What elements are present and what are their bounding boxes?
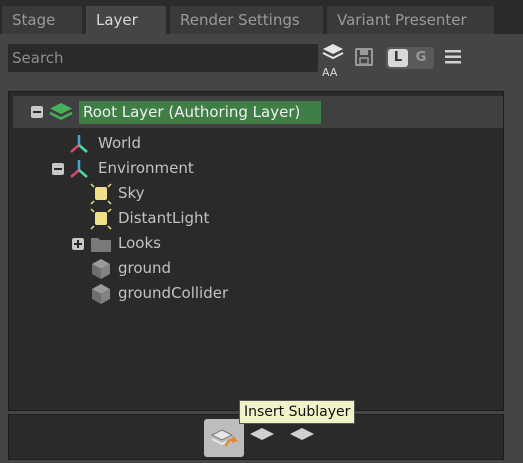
tree-row-ground[interactable]: ground bbox=[89, 256, 389, 281]
tree-item-label: Looks bbox=[118, 234, 161, 252]
tab-bar: Stage Layer Render Settings Variant Pres… bbox=[0, 0, 523, 34]
toggle-global[interactable]: G bbox=[411, 49, 431, 67]
xform-axis-icon bbox=[70, 135, 88, 153]
local-global-toggle[interactable]: L G bbox=[386, 47, 434, 69]
tree-item-label: Sky bbox=[118, 184, 145, 202]
hamburger-menu-icon[interactable] bbox=[444, 49, 462, 65]
layer-panel: Search AA L G Root Layer (Authoring Laye… bbox=[0, 34, 523, 463]
tree-row-sky[interactable]: Sky bbox=[89, 181, 389, 206]
new-layer-icon[interactable] bbox=[249, 427, 275, 445]
light-bulb-icon bbox=[90, 183, 112, 205]
expand-toggle[interactable] bbox=[72, 238, 84, 250]
tab-render-settings[interactable]: Render Settings bbox=[170, 6, 323, 34]
mesh-cube-icon bbox=[92, 284, 110, 304]
tree-row-looks[interactable]: Looks bbox=[69, 231, 369, 256]
search-input[interactable]: Search bbox=[8, 44, 318, 72]
stack-caption: AA bbox=[322, 66, 338, 79]
tab-layer[interactable]: Layer bbox=[86, 6, 166, 34]
tooltip: Insert Sublayer bbox=[239, 400, 356, 424]
save-icon[interactable] bbox=[354, 47, 374, 67]
tree-item-label: groundCollider bbox=[118, 284, 229, 302]
toggle-local[interactable]: L bbox=[388, 49, 408, 67]
light-bulb-icon bbox=[90, 208, 112, 230]
tree-row-distantlight[interactable]: DistantLight bbox=[89, 206, 389, 231]
insert-sublayer-button[interactable] bbox=[204, 419, 244, 457]
collapse-toggle[interactable] bbox=[31, 106, 43, 118]
tree-item-label: Environment bbox=[98, 159, 194, 177]
tree-row-root-layer[interactable]: Root Layer (Authoring Layer) bbox=[13, 96, 503, 128]
tree-item-label: ground bbox=[118, 259, 172, 277]
tab-variant-presenter[interactable]: Variant Presenter bbox=[327, 6, 494, 34]
tree-item-label: World bbox=[98, 134, 141, 152]
collapse-toggle[interactable] bbox=[52, 163, 64, 175]
tab-stage[interactable]: Stage bbox=[2, 6, 82, 34]
mesh-cube-icon bbox=[92, 259, 110, 279]
tree-row-world[interactable]: World bbox=[69, 131, 369, 156]
folder-icon bbox=[91, 238, 111, 252]
tree-row-groundcollider[interactable]: groundCollider bbox=[89, 281, 389, 306]
insert-sublayer-icon bbox=[210, 429, 238, 447]
delete-layer-icon[interactable] bbox=[289, 427, 315, 445]
layers-stack-icon bbox=[49, 103, 73, 120]
layer-stack-icon[interactable] bbox=[322, 43, 344, 63]
root-layer-label[interactable]: Root Layer (Authoring Layer) bbox=[79, 101, 321, 124]
tree-row-environment[interactable]: Environment bbox=[49, 156, 369, 181]
xform-axis-icon bbox=[70, 160, 88, 178]
tree-item-label: DistantLight bbox=[118, 209, 210, 227]
layer-tree[interactable]: Root Layer (Authoring Layer) World Envir… bbox=[8, 91, 504, 411]
